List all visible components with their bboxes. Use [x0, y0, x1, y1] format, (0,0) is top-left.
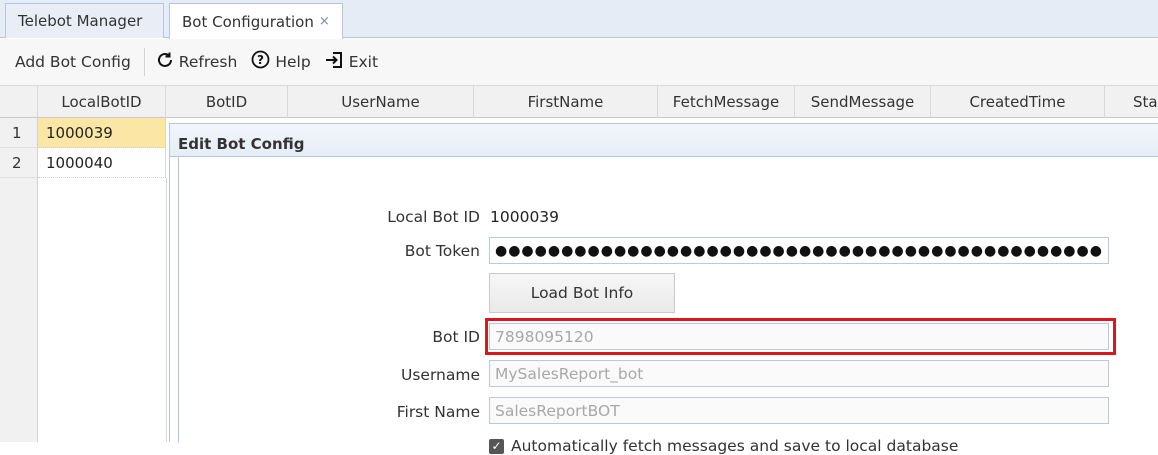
- panel-title: Edit Bot Config: [170, 124, 1158, 157]
- username-input[interactable]: [489, 360, 1109, 387]
- username-label: Username: [400, 366, 480, 384]
- edit-bot-config-panel: Edit Bot Config Local Bot ID 1000039 Bot…: [169, 123, 1158, 455]
- bot-token-input[interactable]: [489, 237, 1109, 264]
- highlight-box: [485, 318, 1116, 355]
- refresh-icon: [156, 51, 174, 74]
- column-header-username[interactable]: UserName: [288, 86, 474, 118]
- column-divider: [166, 178, 167, 442]
- row-number-gutter: [0, 178, 38, 442]
- bot-token-label: Bot Token: [404, 242, 480, 260]
- column-header-firstname[interactable]: FirstName: [474, 86, 658, 118]
- edit-form: Local Bot ID 1000039 Bot Token Load Bot …: [178, 157, 1158, 455]
- table-row[interactable]: 1000040: [38, 148, 166, 178]
- toolbar: Add Bot Config Refresh ? Help Exit: [0, 39, 1158, 85]
- column-header-status[interactable]: Sta: [1105, 86, 1158, 118]
- tab-label: Bot Configuration: [182, 12, 314, 31]
- svg-text:?: ?: [257, 53, 264, 67]
- exit-label: Exit: [348, 53, 379, 71]
- checkbox-checked-icon[interactable]: ✓: [489, 438, 504, 454]
- help-icon: ?: [251, 50, 270, 74]
- add-bot-config-label: Add Bot Config: [15, 53, 131, 71]
- column-header-fetchmessage[interactable]: FetchMessage: [658, 86, 795, 118]
- first-name-label: First Name: [396, 403, 480, 421]
- tab-bar: Telebot Manager Bot Configuration ×: [0, 0, 1158, 39]
- column-header-localbotid[interactable]: LocalBotID: [38, 86, 166, 118]
- first-name-input[interactable]: [489, 397, 1109, 424]
- help-label: Help: [275, 53, 311, 71]
- auto-fetch-label: Automatically fetch messages and save to…: [511, 437, 959, 455]
- row-number: 1: [0, 118, 38, 148]
- refresh-button[interactable]: Refresh: [149, 47, 245, 77]
- column-header-createdtime[interactable]: CreatedTime: [931, 86, 1105, 118]
- help-button[interactable]: ? Help: [244, 47, 317, 77]
- exit-button[interactable]: Exit: [318, 47, 385, 77]
- tab-label: Telebot Manager: [18, 12, 143, 30]
- grid-header: LocalBotID BotID UserName FirstName Fetc…: [0, 85, 1158, 118]
- exit-icon: [325, 51, 344, 74]
- auto-fetch-checkbox[interactable]: ✓ Automatically fetch messages and save …: [489, 437, 958, 455]
- row-number-header: [0, 86, 38, 118]
- local-bot-id-value: 1000039: [490, 208, 560, 226]
- toolbar-separator: [143, 48, 145, 76]
- row-number: 2: [0, 148, 38, 178]
- tab-bot-configuration[interactable]: Bot Configuration ×: [169, 3, 343, 39]
- add-bot-config-button[interactable]: Add Bot Config: [8, 47, 138, 77]
- refresh-label: Refresh: [178, 53, 238, 71]
- close-icon[interactable]: ×: [319, 14, 330, 29]
- bot-id-label: Bot ID: [432, 328, 480, 346]
- column-header-sendmessage[interactable]: SendMessage: [795, 86, 931, 118]
- load-bot-info-button[interactable]: Load Bot Info: [489, 273, 675, 313]
- table-row-selected[interactable]: 1000039: [38, 118, 166, 148]
- tab-telebot-manager[interactable]: Telebot Manager: [5, 3, 164, 38]
- column-header-botid[interactable]: BotID: [166, 86, 288, 118]
- local-bot-id-label: Local Bot ID: [387, 208, 480, 226]
